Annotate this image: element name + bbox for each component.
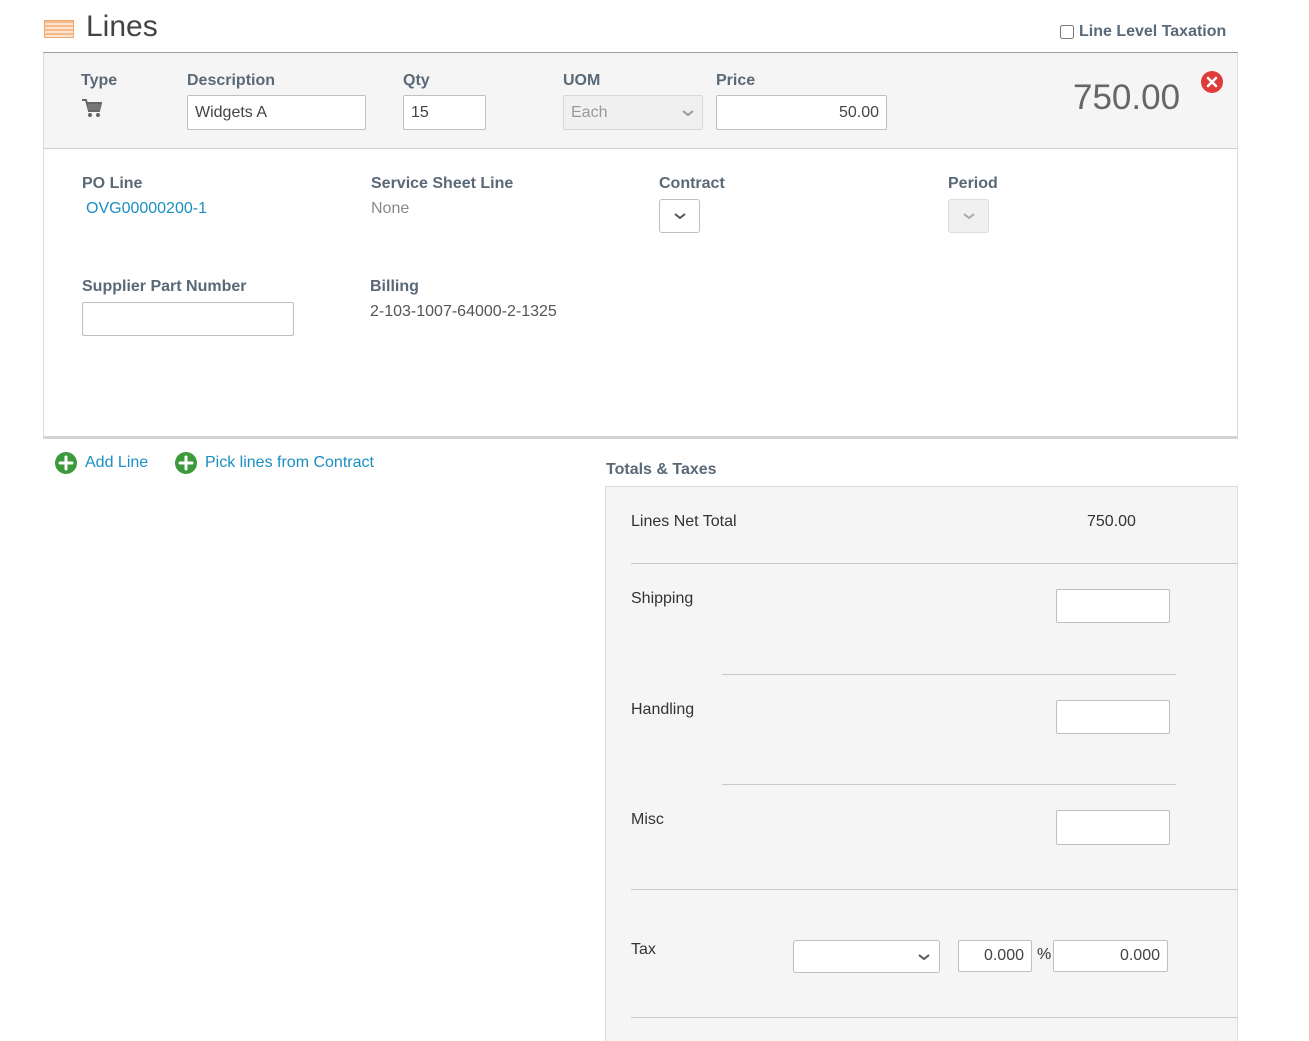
shipping-input[interactable] [1056,589,1170,623]
description-label: Description [187,72,276,89]
pick-lines-label: Pick lines from Contract [205,454,374,471]
contract-label: Contract [659,175,725,192]
tax-select[interactable] [793,940,940,973]
line-level-taxation-checkbox[interactable] [1060,25,1074,39]
add-line-button[interactable]: Add Line [55,452,148,474]
description-input[interactable]: Widgets A [187,95,366,130]
misc-input[interactable] [1056,810,1170,845]
pick-lines-from-contract-button[interactable]: Pick lines from Contract [175,452,374,474]
qty-input[interactable]: 15 [403,95,486,130]
tax-label: Tax [631,941,656,958]
plus-circle-icon [175,452,197,474]
chevron-down-icon [962,213,975,220]
uom-label: UOM [563,72,601,89]
supplier-part-label: Supplier Part Number [82,278,247,295]
divider [722,784,1176,785]
po-line-link[interactable]: OVG00000200-1 [86,200,207,218]
uom-value: Each [571,103,608,121]
percent-symbol: % [1037,946,1052,963]
divider [722,674,1176,675]
lines-net-total-label: Lines Net Total [631,513,737,530]
shopping-cart-icon [82,99,103,117]
line-level-taxation-toggle[interactable]: Line Level Taxation [1060,23,1226,41]
plus-circle-icon [55,452,77,474]
divider [631,563,1237,564]
price-label: Price [716,72,756,89]
service-sheet-label: Service Sheet Line [371,175,514,192]
section-title: Lines [86,10,158,43]
handling-input[interactable] [1056,700,1170,734]
po-line-label: PO Line [82,175,143,192]
divider [631,1017,1237,1018]
period-select[interactable] [948,199,989,233]
handling-label: Handling [631,701,695,718]
uom-select[interactable]: Each [563,95,703,130]
add-line-label: Add Line [85,454,149,471]
lines-section-icon [44,20,74,38]
line-level-taxation-label: Line Level Taxation [1079,23,1227,40]
tax-amount-input[interactable]: 0.000 [1053,940,1168,972]
chevron-down-icon [918,953,930,960]
misc-label: Misc [631,811,664,828]
billing-label: Billing [370,278,419,295]
period-label: Period [948,175,998,192]
price-input[interactable]: 50.00 [716,95,887,130]
tax-rate-input[interactable]: 0.000 [958,940,1032,972]
qty-label: Qty [403,72,430,89]
lines-net-total-value: 750.00 [1087,513,1136,530]
totals-title: Totals & Taxes [606,461,717,478]
divider [631,889,1237,890]
contract-select[interactable] [659,199,700,233]
supplier-part-input[interactable] [82,302,294,336]
service-sheet-value: None [371,200,410,217]
delete-line-icon[interactable] [1201,71,1223,93]
shipping-label: Shipping [631,590,694,607]
line-total: 750.00 [1073,78,1181,117]
chevron-down-icon [682,109,694,116]
billing-value: 2-103-1007-64000-2-1325 [370,303,557,320]
chevron-down-icon [673,213,686,220]
type-label: Type [81,72,118,89]
